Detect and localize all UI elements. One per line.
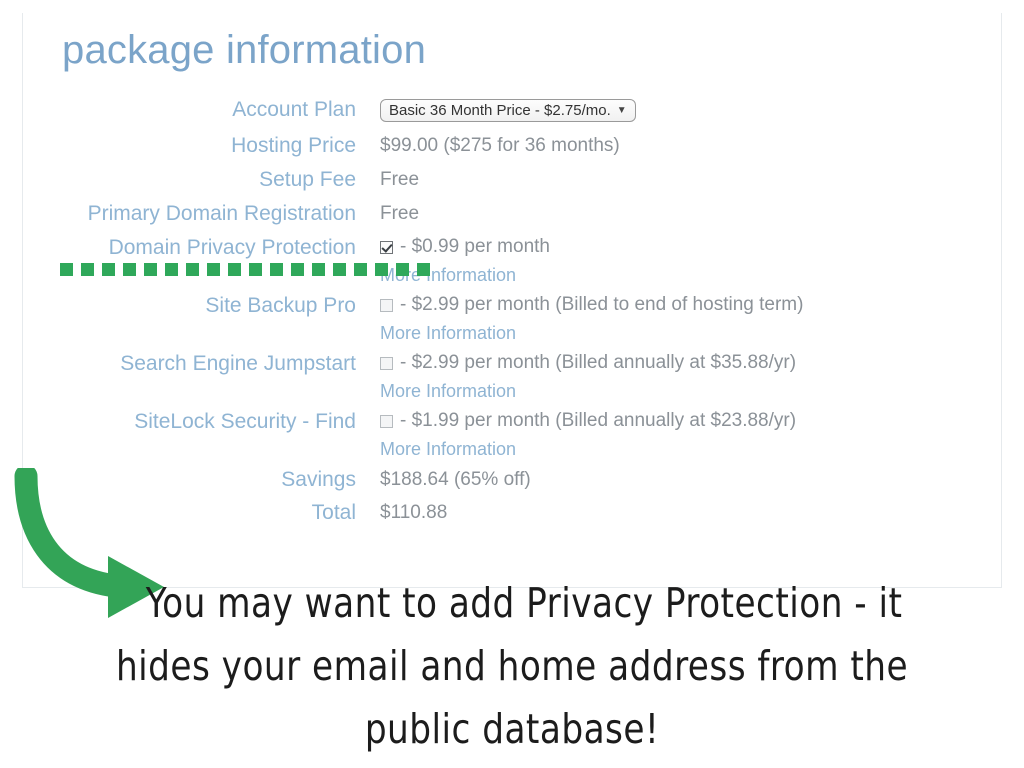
label-setup-fee: Setup Fee — [259, 168, 356, 191]
label-account-plan: Account Plan — [232, 98, 356, 121]
label-hosting-price: Hosting Price — [231, 134, 356, 157]
row-site-backup-pro: Site Backup Pro - $2.99 per month (Bille… — [0, 292, 1024, 348]
value-setup-fee: Free — [380, 169, 420, 190]
more-information-link-site-backup-pro[interactable]: More Information — [380, 318, 1024, 348]
account-plan-select[interactable]: Basic 36 Month Price - $2.75/mo. ▼ — [380, 99, 636, 122]
checkbox-search-engine-jumpstart[interactable] — [380, 356, 393, 370]
row-domain-privacy-protection: Domain Privacy Protection - $0.99 per mo… — [0, 234, 1024, 290]
more-information-link-domain-privacy-protection[interactable]: More Information — [380, 260, 1024, 290]
price-domain-privacy-protection: - $0.99 per month — [400, 236, 550, 257]
price-search-engine-jumpstart: - $2.99 per month (Billed annually at $3… — [400, 352, 797, 373]
annotation-line-2: hides your email and home address from t… — [115, 642, 909, 690]
chevron-down-icon: ▼ — [616, 105, 627, 117]
value-hosting-price: $99.00 ($275 for 36 months) — [380, 135, 620, 156]
row-sitelock-security-find: SiteLock Security - Find - $1.99 per mon… — [0, 408, 1024, 464]
label-sitelock-security-find: SiteLock Security - Find — [134, 410, 356, 433]
page-title: package information — [62, 28, 427, 72]
row-setup-fee: Setup Fee Free — [0, 166, 1024, 193]
privacy-protection-highlight-underline — [60, 263, 432, 276]
value-domain-privacy-protection: - $0.99 per month More Information — [380, 234, 1024, 290]
row-search-engine-jumpstart: Search Engine Jumpstart - $2.99 per mont… — [0, 350, 1024, 406]
row-account-plan: Account Plan Basic 36 Month Price - $2.7… — [0, 96, 1024, 123]
label-domain-privacy-protection: Domain Privacy Protection — [108, 236, 356, 259]
value-total: $110.88 — [380, 502, 448, 523]
row-hosting-price: Hosting Price $99.00 ($275 for 36 months… — [0, 132, 1024, 159]
value-primary-domain-registration: Free — [380, 203, 420, 224]
more-information-link-sitelock-security-find[interactable]: More Information — [380, 434, 1024, 464]
value-site-backup-pro: - $2.99 per month (Billed to end of host… — [380, 292, 1024, 348]
annotation-line-1: You may want to add Privacy Protection -… — [145, 579, 903, 627]
checkbox-sitelock-security-find[interactable] — [380, 414, 393, 428]
value-account-plan: Basic 36 Month Price - $2.75/mo. ▼ — [380, 96, 1024, 123]
value-search-engine-jumpstart: - $2.99 per month (Billed annually at $3… — [380, 350, 1024, 406]
row-primary-domain-registration: Primary Domain Registration Free — [0, 200, 1024, 227]
value-sitelock-security-find: - $1.99 per month (Billed annually at $2… — [380, 408, 1024, 464]
price-site-backup-pro: - $2.99 per month (Billed to end of host… — [400, 294, 804, 315]
account-plan-selected-value: Basic 36 Month Price - $2.75/mo. — [389, 102, 611, 119]
value-savings: $188.64 (65% off) — [380, 469, 531, 490]
annotation-line-3: public database! — [364, 705, 660, 753]
handwritten-annotation: You may want to add Privacy Protection -… — [36, 572, 988, 761]
label-site-backup-pro: Site Backup Pro — [205, 294, 356, 317]
label-search-engine-jumpstart: Search Engine Jumpstart — [120, 352, 356, 375]
checkbox-site-backup-pro[interactable] — [380, 298, 393, 312]
price-sitelock-security-find: - $1.99 per month (Billed annually at $2… — [400, 410, 797, 431]
package-details-table: Account Plan Basic 36 Month Price - $2.7… — [0, 96, 1024, 528]
more-information-link-search-engine-jumpstart[interactable]: More Information — [380, 376, 1024, 406]
checkbox-domain-privacy-protection[interactable] — [380, 240, 393, 254]
label-primary-domain-registration: Primary Domain Registration — [87, 202, 356, 225]
